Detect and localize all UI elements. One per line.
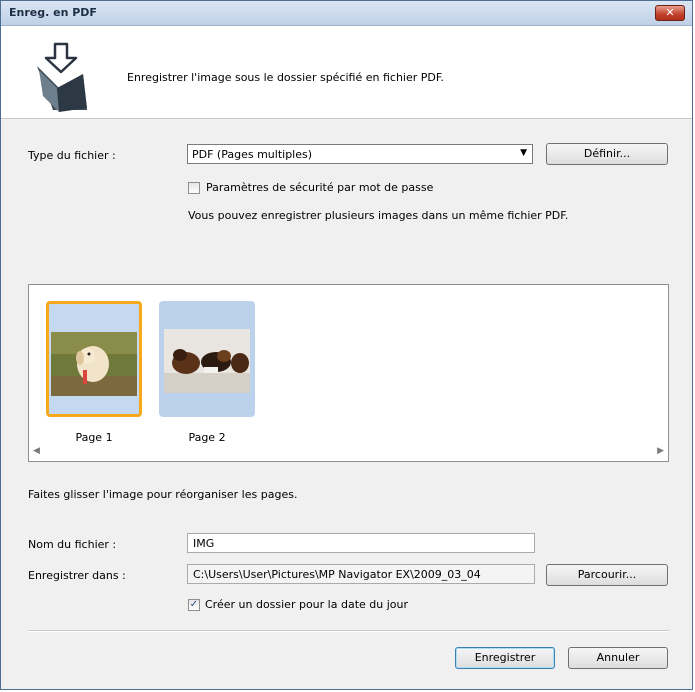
pdf-save-folder-icon xyxy=(37,42,87,112)
scroll-right-icon[interactable]: ▶ xyxy=(657,446,664,456)
header-description: Enregistrer l'image sous le dossier spéc… xyxy=(127,71,444,84)
save-in-path-field: C:\Users\User\Pictures\MP Navigator EX\2… xyxy=(187,564,535,584)
cancel-button[interactable]: Annuler xyxy=(568,647,668,669)
info-text: Vous pouvez enregistrer plusieurs images… xyxy=(188,209,569,222)
date-folder-checkbox-label: Créer un dossier pour la date du jour xyxy=(205,598,409,611)
file-name-value: IMG xyxy=(193,537,215,550)
page-2-label: Page 2 xyxy=(188,431,226,444)
close-button[interactable]: ✕ xyxy=(655,5,685,21)
window-title: Enreg. en PDF xyxy=(9,6,97,19)
date-folder-checkbox[interactable]: ✓ xyxy=(188,599,200,611)
title-bar[interactable]: Enreg. en PDF ✕ xyxy=(1,1,692,26)
save-button[interactable]: Enregistrer xyxy=(455,647,555,669)
page-1-label: Page 1 xyxy=(75,431,113,444)
dog-photo-thumbnail xyxy=(51,332,137,396)
footer-separator xyxy=(28,630,669,632)
security-checkbox[interactable] xyxy=(188,182,200,194)
horizontal-scrollbar[interactable]: ◀ ▶ xyxy=(29,444,668,461)
page-thumbnail-1[interactable] xyxy=(46,301,142,417)
save-pdf-dialog: Enreg. en PDF ✕ Enregistrer l'image sous… xyxy=(0,0,693,690)
save-in-path-value: C:\Users\User\Pictures\MP Navigator EX\2… xyxy=(193,568,481,581)
file-name-label: Nom du fichier : xyxy=(28,538,117,551)
define-button[interactable]: Définir... xyxy=(546,143,668,165)
dogs-photo-thumbnail xyxy=(164,329,250,393)
scroll-left-icon[interactable]: ◀ xyxy=(33,446,40,456)
file-name-input[interactable]: IMG xyxy=(187,533,535,553)
chevron-down-icon: ▼ xyxy=(520,148,527,158)
dialog-header: Enregistrer l'image sous le dossier spéc… xyxy=(1,26,692,119)
security-checkbox-label: Paramètres de sécurité par mot de passe xyxy=(206,181,434,194)
file-type-label: Type du fichier : xyxy=(28,149,116,162)
drag-hint: Faites glisser l'image pour réorganiser … xyxy=(28,488,298,501)
page-thumbnail-2[interactable] xyxy=(159,301,255,417)
file-type-value: PDF (Pages multiples) xyxy=(192,148,313,161)
file-type-select[interactable]: PDF (Pages multiples) ▼ xyxy=(187,144,533,164)
save-in-label: Enregistrer dans : xyxy=(28,569,126,582)
browse-button[interactable]: Parcourir... xyxy=(546,564,668,586)
pages-panel[interactable]: Page 1 Page 2 ◀ ▶ xyxy=(28,284,669,462)
